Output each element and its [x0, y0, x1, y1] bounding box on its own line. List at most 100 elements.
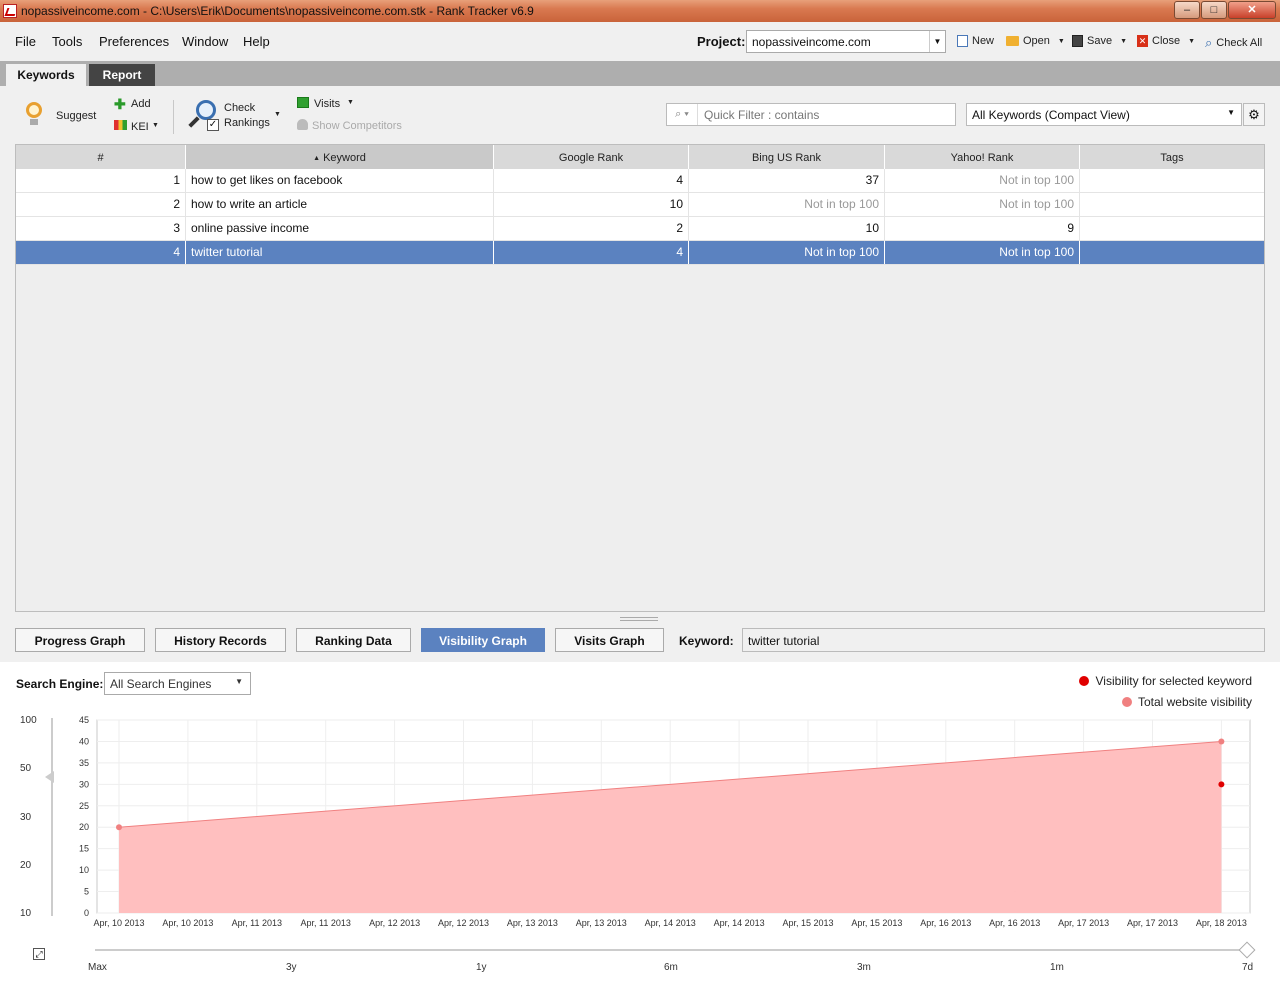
x-tick-label: Apr, 13 2013	[507, 918, 558, 928]
menu-help[interactable]: Help	[243, 34, 270, 49]
open-label: Open	[1023, 35, 1050, 47]
y-tick-label: 35	[79, 758, 89, 768]
rankings-checkbox[interactable]: ✓	[207, 119, 219, 131]
total-visibility-point	[116, 824, 122, 831]
search-engine-select[interactable]: All Search Engines ▼	[104, 672, 251, 695]
column-header-num[interactable]: #	[16, 145, 186, 169]
time-label[interactable]: 6m	[664, 962, 678, 973]
column-header-keyword[interactable]: ▲ Keyword	[186, 145, 494, 169]
column-header-tags[interactable]: Tags	[1080, 145, 1264, 169]
cell-bing-rank: Not in top 100	[689, 241, 885, 264]
chevron-down-icon[interactable]: ▼	[274, 111, 281, 118]
menu-tools[interactable]: Tools	[52, 34, 82, 49]
column-header-yahoo[interactable]: Yahoo! Rank	[885, 145, 1080, 169]
sort-asc-icon: ▲	[313, 155, 321, 162]
zoom-slider-track[interactable]	[51, 718, 53, 916]
x-tick-label: Apr, 15 2013	[782, 918, 833, 928]
cell-num: 1	[16, 169, 186, 192]
legend-label-selected: Visibility for selected keyword	[1095, 674, 1252, 688]
visibility-graph-panel: Search Engine: All Search Engines ▼ Visi…	[0, 662, 1280, 981]
y-tick-label: 0	[84, 908, 89, 918]
cell-bing-rank: 10	[689, 217, 885, 240]
y-tick-label: 25	[79, 801, 89, 811]
search-icon[interactable]: ⌕ ▾	[667, 104, 698, 125]
panel-splitter[interactable]	[620, 617, 658, 621]
cell-yahoo-rank: Not in top 100	[885, 241, 1080, 264]
gear-icon[interactable]: ⚙	[1243, 103, 1265, 126]
save-button[interactable]: Save ▼	[1072, 35, 1127, 47]
add-button[interactable]: Add	[131, 98, 151, 110]
selected-keyword-point	[1218, 781, 1225, 788]
tab-history-records[interactable]: History Records	[155, 628, 286, 652]
visits-button[interactable]: Visits	[314, 98, 340, 110]
x-tick-label: Apr, 10 2013	[93, 918, 144, 928]
cell-keyword: twitter tutorial	[186, 241, 494, 264]
time-label[interactable]: 7d	[1242, 962, 1253, 973]
time-range-thumb[interactable]	[1238, 941, 1256, 959]
expand-icon[interactable]: ⤢	[33, 948, 45, 960]
view-select[interactable]: All Keywords (Compact View) ▼	[966, 103, 1242, 126]
y-tick-label: 45	[79, 715, 89, 725]
check-label[interactable]: Check	[224, 102, 255, 114]
legend-item-total: Total website visibility	[1121, 695, 1252, 709]
menu-window[interactable]: Window	[182, 34, 228, 49]
open-button[interactable]: Open ▼	[1006, 35, 1065, 47]
close-window-button[interactable]: ✕	[1228, 1, 1276, 19]
maximize-button[interactable]: □	[1201, 1, 1227, 19]
search-engine-value: All Search Engines	[110, 677, 212, 691]
cell-google-rank: 2	[494, 217, 689, 240]
cell-keyword: how to get likes on facebook	[186, 169, 494, 192]
quick-filter-input[interactable]: ⌕ ▾ Quick Filter : contains	[666, 103, 956, 126]
chevron-down-icon[interactable]: ▼	[347, 99, 354, 106]
tab-visits-graph[interactable]: Visits Graph	[555, 628, 664, 652]
tab-report[interactable]: Report	[89, 64, 155, 86]
time-label[interactable]: 3m	[857, 962, 871, 973]
cell-num: 2	[16, 193, 186, 216]
zoom-slider-thumb[interactable]	[45, 771, 54, 783]
tab-keywords[interactable]: Keywords	[6, 64, 86, 86]
table-row[interactable]: 2 how to write an article 10 Not in top …	[16, 193, 1264, 217]
kei-button[interactable]: KEI	[131, 121, 149, 133]
tab-ranking-data[interactable]: Ranking Data	[296, 628, 411, 652]
chevron-down-icon: ▼	[929, 31, 945, 52]
total-visibility-point	[1218, 738, 1225, 745]
new-button[interactable]: New	[957, 35, 994, 47]
minimize-button[interactable]: –	[1174, 1, 1200, 19]
cell-yahoo-rank: Not in top 100	[885, 193, 1080, 216]
table-row-selected[interactable]: 4 twitter tutorial 4 Not in top 100 Not …	[16, 241, 1264, 265]
close-icon: ✕	[1137, 35, 1148, 47]
table-row[interactable]: 1 how to get likes on facebook 4 37 Not …	[16, 169, 1264, 193]
x-tick-label: Apr, 11 2013	[301, 918, 351, 928]
lightbulb-icon[interactable]	[20, 98, 48, 128]
x-tick-label: Apr, 12 2013	[438, 918, 489, 928]
column-header-bing[interactable]: Bing US Rank	[689, 145, 885, 169]
time-range-track[interactable]	[95, 949, 1247, 951]
save-label: Save	[1087, 35, 1113, 47]
menu-file[interactable]: File	[15, 34, 36, 49]
search-engine-label: Search Engine:	[16, 677, 104, 691]
kei-icon	[114, 120, 127, 130]
time-label[interactable]: 1y	[476, 962, 487, 973]
time-label[interactable]: 3y	[286, 962, 297, 973]
tab-progress-graph[interactable]: Progress Graph	[15, 628, 145, 652]
project-select[interactable]: nopassiveincome.com ▼	[746, 30, 946, 53]
x-tick-label: Apr, 11 2013	[232, 918, 282, 928]
close-project-button[interactable]: ✕ Close ▼	[1137, 35, 1195, 47]
show-competitors-button: Show Competitors	[312, 120, 402, 132]
column-header-keyword-label: Keyword	[323, 152, 366, 164]
column-header-google[interactable]: Google Rank	[494, 145, 689, 169]
suggest-button[interactable]: Suggest	[56, 110, 96, 122]
rankings-label[interactable]: Rankings	[224, 117, 270, 129]
zoom-scale-label: 50	[20, 763, 32, 774]
menu-preferences[interactable]: Preferences	[99, 34, 169, 49]
tab-visibility-graph[interactable]: Visibility Graph	[421, 628, 545, 652]
folder-icon	[1006, 36, 1019, 46]
cell-num: 4	[16, 241, 186, 264]
check-all-button[interactable]: ⌕ Check All	[1205, 35, 1262, 51]
time-label[interactable]: Max	[88, 962, 107, 973]
zoom-scale-label: 20	[20, 860, 32, 871]
table-row[interactable]: 3 online passive income 2 10 9	[16, 217, 1264, 241]
x-tick-label: Apr, 13 2013	[576, 918, 627, 928]
x-tick-label: Apr, 12 2013	[369, 918, 420, 928]
time-label[interactable]: 1m	[1050, 962, 1064, 973]
